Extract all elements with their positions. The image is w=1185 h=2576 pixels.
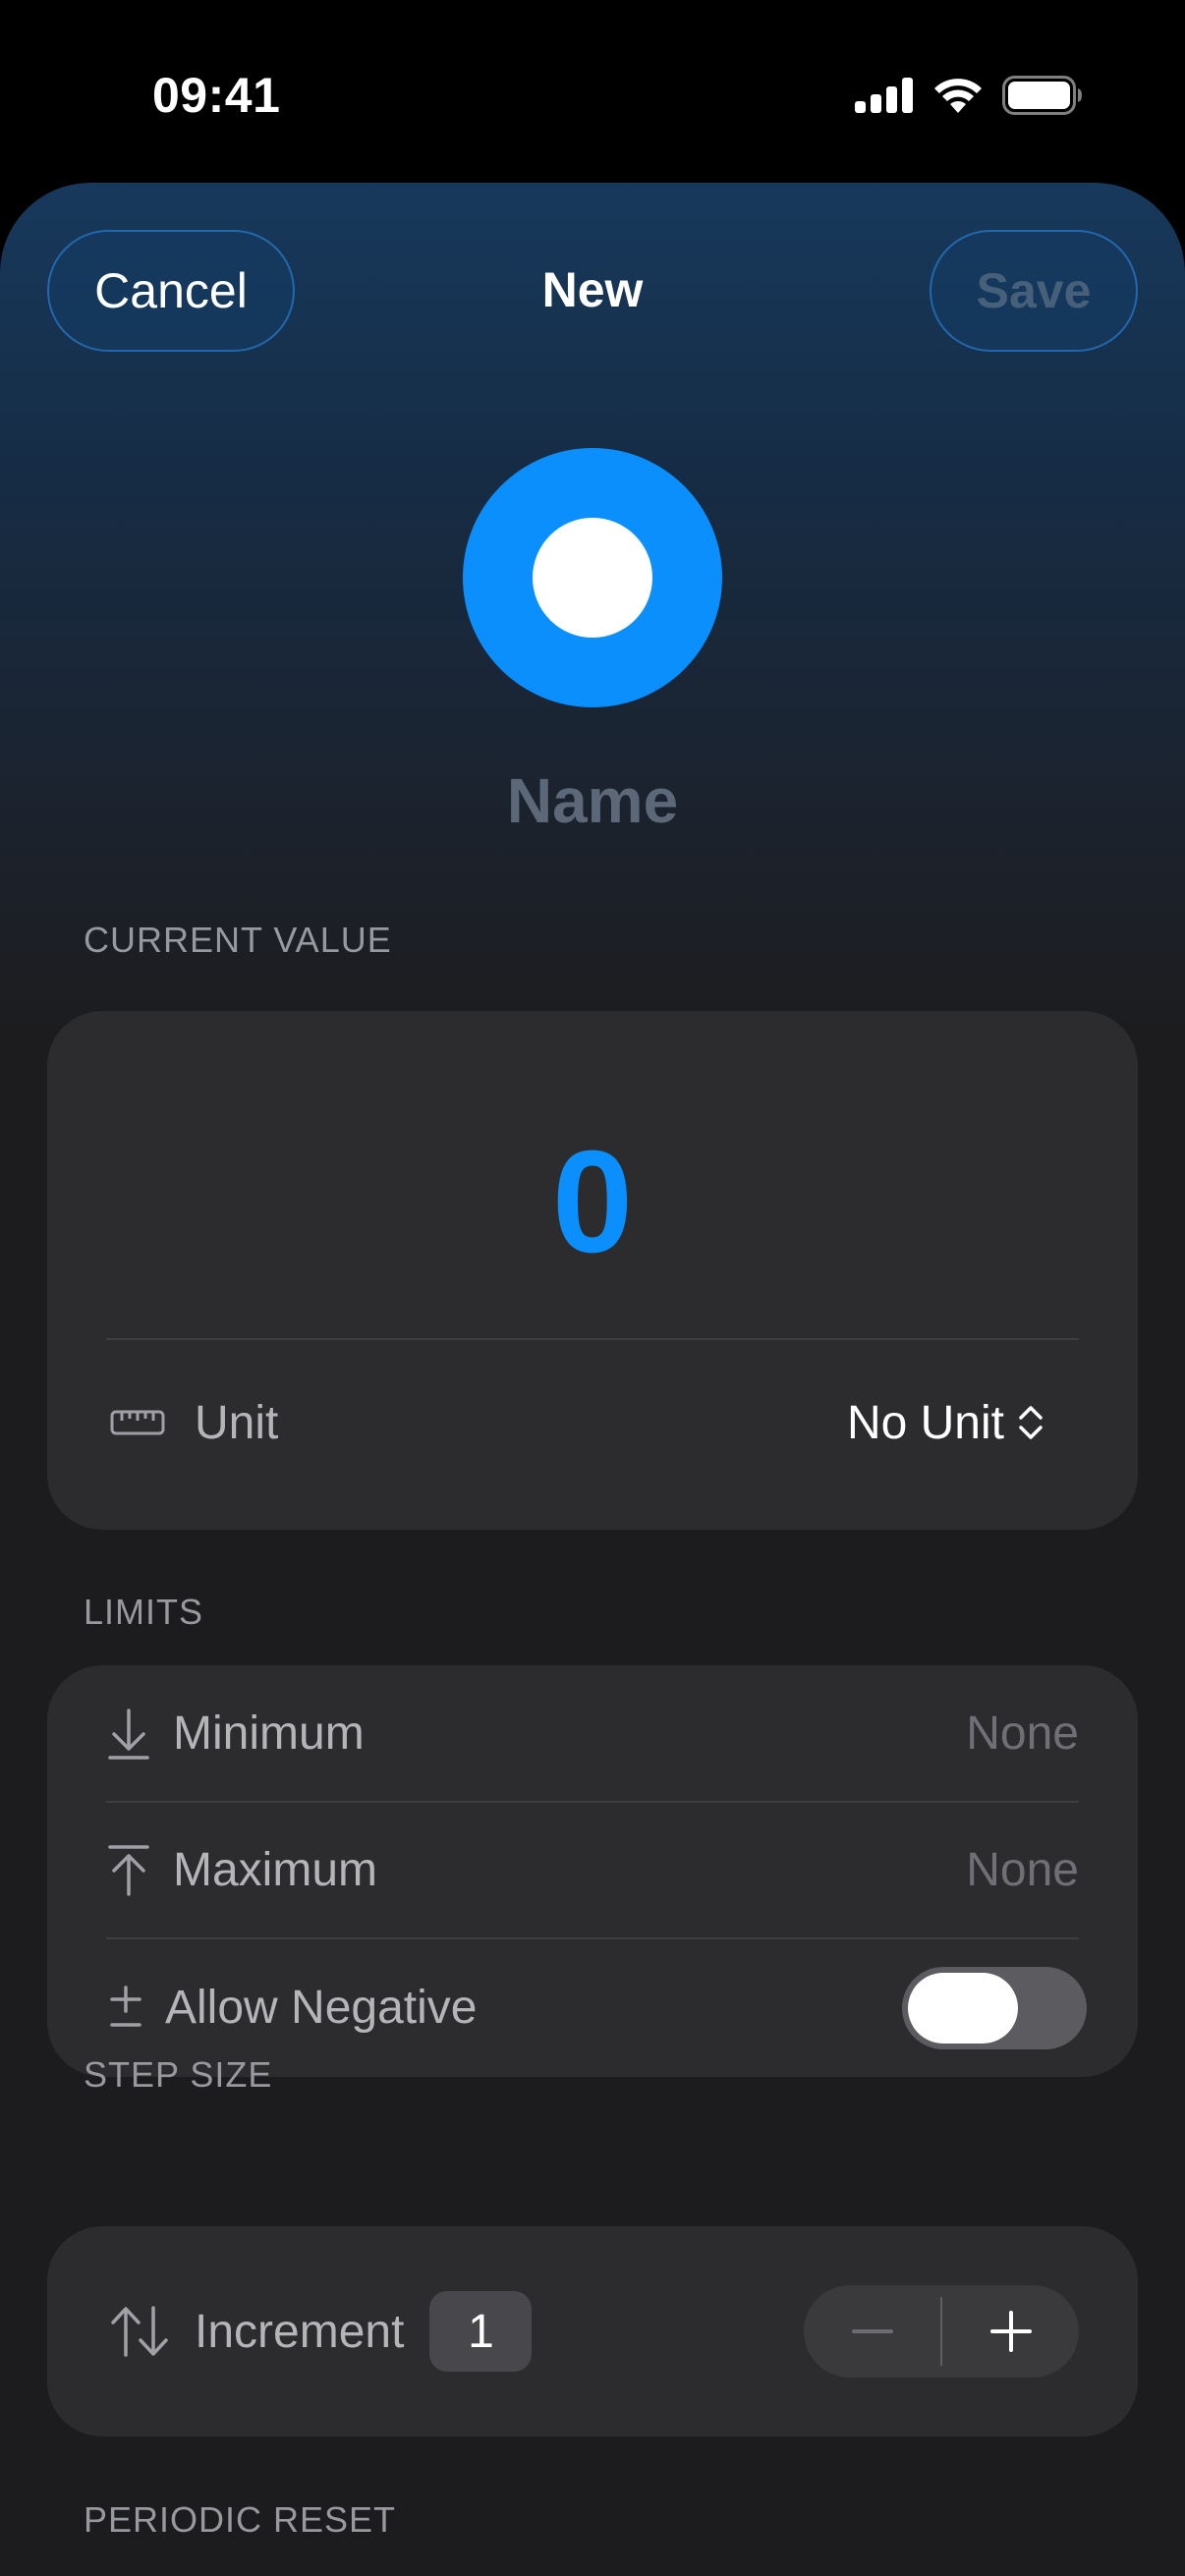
increment-button[interactable] [942,2285,1079,2378]
name-input[interactable]: Name [0,764,1185,837]
maximum-row[interactable]: Maximum None [47,1802,1138,1938]
status-icons [855,73,1083,118]
maximum-value[interactable]: None [966,1843,1079,1897]
step-size-card: Increment 1 [47,2226,1138,2436]
limits-card: Minimum None Maximum None Allow Negative [47,1665,1138,2077]
wifi-icon [934,79,982,113]
plus-minus-icon [110,1985,141,2027]
status-time: 09:41 [152,68,281,123]
increment-stepper [804,2285,1079,2378]
battery-icon [1002,76,1082,115]
ruler-icon [110,1410,165,1435]
toggle-knob [908,1972,1018,2044]
arrow-down-to-line-icon [108,1708,149,1760]
divider [106,1338,1079,1340]
circle-icon [533,518,652,638]
plus-icon [989,2311,1032,2352]
save-button[interactable]: Save [930,230,1138,352]
minimum-value[interactable]: None [966,1707,1079,1761]
current-value-card: 0 Unit No Unit [47,1011,1138,1530]
increment-value[interactable]: 1 [429,2291,533,2372]
counter-icon-picker[interactable] [463,448,722,707]
status-bar: 09:41 [0,0,1185,183]
maximum-label: Maximum [173,1844,378,1896]
unit-label: Unit [195,1396,279,1449]
cellular-signal-icon [855,78,913,113]
increment-label: Increment [195,2305,405,2358]
minus-icon [851,2329,893,2333]
current-value-number[interactable]: 0 [47,1119,1138,1286]
arrows-up-down-icon [111,2306,168,2357]
current-value-header: CURRENT VALUE [84,920,392,960]
allow-negative-label: Allow Negative [165,1982,478,2034]
step-size-header: STEP SIZE [84,2054,273,2095]
arrow-up-to-line-icon [108,1844,149,1896]
decrement-button[interactable] [804,2285,940,2378]
limits-header: LIMITS [84,1592,204,1632]
allow-negative-toggle[interactable] [902,1966,1087,2049]
minimum-label: Minimum [173,1708,365,1760]
periodic-reset-header: PERIODIC RESET [84,2499,397,2540]
minimum-row[interactable]: Minimum None [47,1665,1138,1802]
unit-value: No Unit [846,1396,1004,1449]
unit-row[interactable]: Unit No Unit [47,1363,1138,1483]
new-counter-sheet: Cancel New Save Name CURRENT VALUE 0 Uni… [0,183,1185,2576]
chevron-up-down-icon [1019,1406,1043,1439]
unit-picker[interactable]: No Unit [847,1396,1044,1450]
increment-row: Increment 1 [47,2226,1138,2436]
